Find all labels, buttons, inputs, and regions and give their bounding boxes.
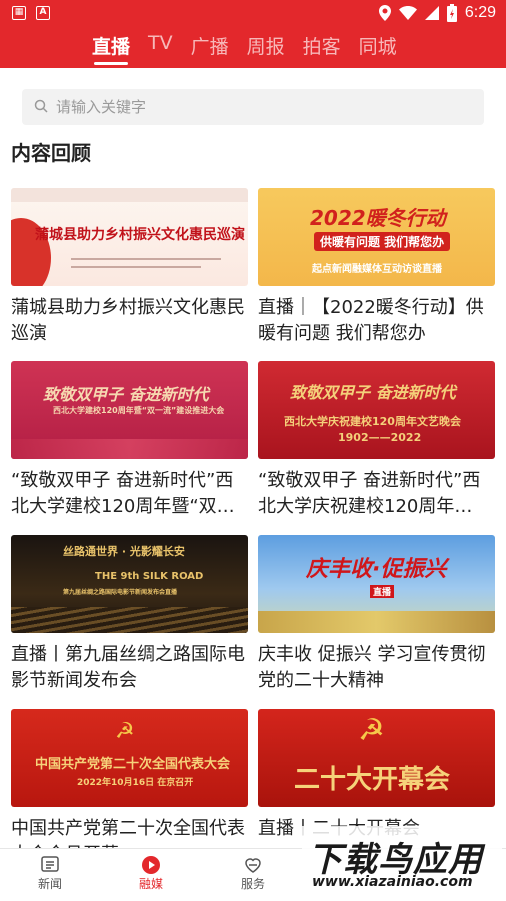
a-notification-icon: A [36, 6, 50, 20]
card-thumbnail: 2022暖冬行动 供暖有问题 我们帮您办 起点新闻融媒体互动访谈直播 [258, 188, 495, 286]
wifi-icon [398, 6, 417, 20]
nav-label: 融媒 [138, 877, 163, 891]
card-caption: 庆丰收 促振兴 学习宣传贯彻党的二十大精神 [258, 644, 486, 691]
site-watermark: 下载鸟应用 www.xiazainiao.com [302, 826, 502, 898]
card-thumbnail: ☭ 中国共产党第二十次全国代表大会 2022年10月16日 在京召开 [11, 709, 248, 807]
service-icon [245, 858, 261, 873]
card-caption: “致敬双甲子 奋进新时代”西北大学建校120周年暨“双… [11, 470, 235, 517]
content-card[interactable]: 丝路通世界 · 光影耀长安 THE 9th SILK ROAD 第九届丝绸之路国… [11, 535, 248, 694]
search-input[interactable]: 请输入关键字 [22, 89, 484, 125]
card-caption: 直播｜【2022暖冬行动】供暖有问题 我们帮您办 [258, 297, 484, 344]
nav-service[interactable]: 服务 [218, 855, 288, 892]
card-thumbnail: 致敬双甲子 奋进新时代 西北大学建校120周年暨“双一流”建设推进大会 [11, 361, 248, 459]
search-placeholder: 请输入关键字 [56, 98, 147, 116]
content-card[interactable]: 致敬双甲子 奋进新时代 西北大学建校120周年暨“双一流”建设推进大会 “致敬双… [11, 361, 248, 520]
card-caption: “致敬双甲子 奋进新时代”西北大学庆祝建校120周年… [258, 470, 481, 517]
tab-live[interactable]: 直播 [92, 32, 130, 65]
section-title: 内容回顾 [11, 141, 91, 165]
location-icon [378, 5, 391, 21]
content-card[interactable]: 2022暖冬行动 供暖有问题 我们帮您办 起点新闻融媒体互动访谈直播 直播｜【2… [258, 188, 495, 347]
nav-news[interactable]: 新闻 [15, 855, 85, 892]
status-time: 6:29 [464, 4, 496, 21]
signal-icon [424, 6, 439, 20]
tab-local[interactable]: 同城 [359, 32, 397, 65]
content-card[interactable]: 庆丰收·促振兴 直播 庆丰收 促振兴 学习宣传贯彻党的二十大精神 [258, 535, 495, 694]
nav-label: 服务 [240, 877, 265, 891]
tab-tv[interactable]: TV [148, 32, 173, 65]
battery-icon [446, 4, 457, 22]
status-bar: ▦ A 6:29 [0, 0, 506, 28]
app-grid-icon: ▦ [12, 6, 26, 20]
card-caption: 直播丨第九届丝绸之路国际电影节新闻发布会 [11, 644, 245, 691]
tab-reporter[interactable]: 拍客 [303, 32, 341, 65]
party-emblem-icon: ☭ [115, 719, 135, 744]
top-nav: 直播 TV 广播 周报 拍客 同城 [0, 28, 506, 68]
nav-label: 新闻 [37, 877, 62, 891]
card-thumbnail: ☭ 二十大开幕会 [258, 709, 495, 807]
card-thumbnail: 蒲城县助力乡村振兴文化惠民巡演 [11, 188, 248, 286]
tab-radio[interactable]: 广播 [191, 32, 229, 65]
card-thumbnail: 致敬双甲子 奋进新时代 西北大学庆祝建校120周年文艺晚会 1902——2022 [258, 361, 495, 459]
news-icon [41, 856, 59, 872]
nav-media[interactable]: 融媒 [116, 855, 186, 892]
content-card[interactable]: ☭ 中国共产党第二十次全国代表大会 2022年10月16日 在京召开 中国共产党… [11, 709, 248, 868]
card-thumbnail: 庆丰收·促振兴 直播 [258, 535, 495, 633]
content-card[interactable]: 致敬双甲子 奋进新时代 西北大学庆祝建校120周年文艺晚会 1902——2022… [258, 361, 495, 520]
card-caption: 蒲城县助力乡村振兴文化惠民巡演 [11, 297, 245, 344]
content-card[interactable]: 蒲城县助力乡村振兴文化惠民巡演 蒲城县助力乡村振兴文化惠民巡演 [11, 188, 248, 347]
tab-weekly[interactable]: 周报 [247, 32, 285, 65]
party-emblem-icon: ☭ [358, 713, 385, 748]
search-icon [34, 99, 48, 113]
play-icon [142, 856, 160, 874]
card-thumbnail: 丝路通世界 · 光影耀长安 THE 9th SILK ROAD 第九届丝绸之路国… [11, 535, 248, 633]
